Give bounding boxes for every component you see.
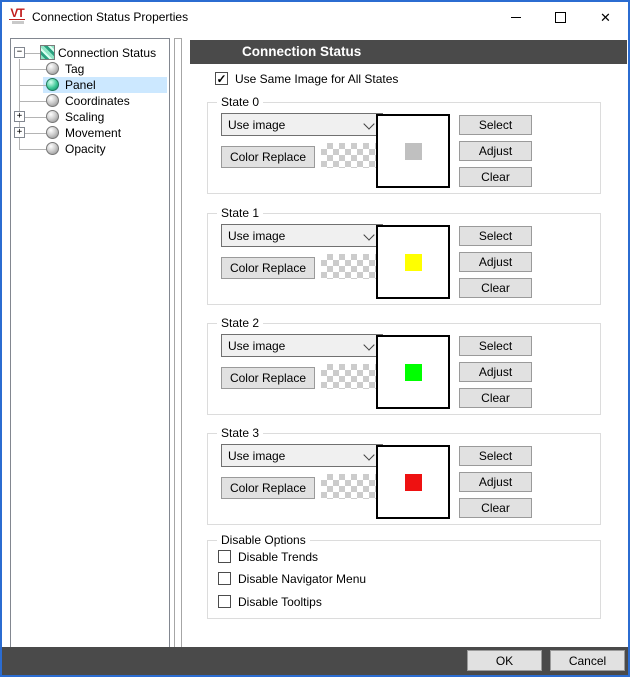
tree-item-panel-selected[interactable]: Panel xyxy=(11,77,169,93)
image-preview xyxy=(376,225,450,299)
image-preview xyxy=(376,445,450,519)
use-same-image-checkbox[interactable]: ✓ xyxy=(215,72,228,85)
clear-button[interactable]: Clear xyxy=(459,498,532,518)
tree-item-coordinates[interactable]: Coordinates xyxy=(11,93,169,109)
tree-item-opacity[interactable]: Opacity xyxy=(11,141,169,157)
state-color-square xyxy=(405,254,422,271)
select-button[interactable]: Select xyxy=(459,446,532,466)
title-bar: VT Connection Status Properties ✕ xyxy=(2,2,628,32)
minimize-icon xyxy=(511,17,521,18)
minimize-button[interactable] xyxy=(493,2,538,32)
clear-button[interactable]: Clear xyxy=(459,388,532,408)
tree-panel-splitter[interactable] xyxy=(174,38,182,648)
select-button[interactable]: Select xyxy=(459,115,532,135)
properties-panel: Connection Status ✓ Use Same Image for A… xyxy=(190,38,627,648)
tree-item-movement[interactable]: + Movement xyxy=(11,125,169,141)
disable-navigator-menu-label: Disable Navigator Menu xyxy=(238,572,366,586)
caption-buttons: ✕ xyxy=(493,2,628,32)
checkmark-icon: ✓ xyxy=(216,73,226,85)
image-preview xyxy=(376,335,450,409)
color-replace-button[interactable]: Color Replace xyxy=(221,367,315,389)
tree-item-label: Panel xyxy=(65,78,96,92)
disable-trends-label: Disable Trends xyxy=(238,550,318,564)
group-label: State 3 xyxy=(217,426,263,440)
color-replace-button[interactable]: Color Replace xyxy=(221,257,315,279)
footer-bar: OK Cancel xyxy=(2,647,628,675)
disable-trends-checkbox[interactable] xyxy=(218,550,231,563)
tree-item-connection-status[interactable]: − Connection Status xyxy=(11,45,169,61)
state-3-group: State 3 Use image Color Replace Select A… xyxy=(207,433,601,525)
disable-navigator-menu-checkbox[interactable] xyxy=(218,572,231,585)
image-mode-dropdown[interactable]: Use image xyxy=(221,113,383,136)
state-color-square xyxy=(405,143,422,160)
select-button[interactable]: Select xyxy=(459,226,532,246)
tree-item-label: Opacity xyxy=(65,142,106,156)
transparency-swatch xyxy=(321,474,383,499)
orb-icon-green xyxy=(46,78,59,91)
tree-item-label: Coordinates xyxy=(65,94,130,108)
state-0-group: State 0 Use image Color Replace Select A… xyxy=(207,102,601,194)
close-button[interactable]: ✕ xyxy=(583,2,628,32)
transparency-swatch xyxy=(321,254,383,279)
adjust-button[interactable]: Adjust xyxy=(459,472,532,492)
maximize-icon xyxy=(555,12,566,23)
tree-item-tag[interactable]: Tag xyxy=(11,61,169,77)
selection-highlight xyxy=(43,77,167,93)
maximize-button[interactable] xyxy=(538,2,583,32)
orb-icon xyxy=(46,142,59,155)
color-replace-button[interactable]: Color Replace xyxy=(221,146,315,168)
image-mode-dropdown[interactable]: Use image xyxy=(221,444,383,467)
disable-options-group: Disable Options Disable Trends Disable N… xyxy=(207,540,601,619)
chevron-down-icon xyxy=(363,449,374,460)
group-label: State 0 xyxy=(217,95,263,109)
dialog-window: VT Connection Status Properties ✕ − Conn… xyxy=(0,0,630,677)
group-label: Disable Options xyxy=(217,533,310,547)
group-label: State 2 xyxy=(217,316,263,330)
tree-item-label: Movement xyxy=(65,126,121,140)
adjust-button[interactable]: Adjust xyxy=(459,252,532,272)
tree-item-scaling[interactable]: + Scaling xyxy=(11,109,169,125)
app-logo-icon: VT xyxy=(9,7,27,25)
tree-item-label: Scaling xyxy=(65,110,104,124)
adjust-button[interactable]: Adjust xyxy=(459,141,532,161)
expand-box-icon[interactable]: + xyxy=(14,111,25,122)
disable-tooltips-checkbox[interactable] xyxy=(218,595,231,608)
chevron-down-icon xyxy=(363,339,374,350)
clear-button[interactable]: Clear xyxy=(459,278,532,298)
image-mode-dropdown[interactable]: Use image xyxy=(221,224,383,247)
state-color-square xyxy=(405,364,422,381)
adjust-button[interactable]: Adjust xyxy=(459,362,532,382)
chevron-down-icon xyxy=(363,229,374,240)
state-color-square xyxy=(405,474,422,491)
orb-icon xyxy=(46,94,59,107)
orb-icon xyxy=(46,110,59,123)
image-preview xyxy=(376,114,450,188)
color-replace-button[interactable]: Color Replace xyxy=(221,477,315,499)
ok-button[interactable]: OK xyxy=(467,650,542,671)
disable-tooltips-label: Disable Tooltips xyxy=(238,595,322,609)
image-mode-dropdown[interactable]: Use image xyxy=(221,334,383,357)
orb-icon xyxy=(46,126,59,139)
close-icon: ✕ xyxy=(600,11,611,24)
collapse-box-icon[interactable]: − xyxy=(14,47,25,58)
transparency-swatch xyxy=(321,143,383,168)
tree-item-label: Connection Status xyxy=(58,46,156,60)
state-1-group: State 1 Use image Color Replace Select A… xyxy=(207,213,601,305)
orb-icon xyxy=(46,62,59,75)
property-tree: − Connection Status Tag Panel Coordinate… xyxy=(10,38,170,648)
use-same-image-label: Use Same Image for All States xyxy=(235,72,398,86)
expand-box-icon[interactable]: + xyxy=(14,127,25,138)
clear-button[interactable]: Clear xyxy=(459,167,532,187)
connection-status-node-icon xyxy=(40,45,55,60)
transparency-swatch xyxy=(321,364,383,389)
group-label: State 1 xyxy=(217,206,263,220)
tree-item-label: Tag xyxy=(65,62,84,76)
state-2-group: State 2 Use image Color Replace Select A… xyxy=(207,323,601,415)
window-title: Connection Status Properties xyxy=(32,10,188,24)
select-button[interactable]: Select xyxy=(459,336,532,356)
cancel-button[interactable]: Cancel xyxy=(550,650,625,671)
chevron-down-icon xyxy=(363,118,374,129)
panel-header: Connection Status xyxy=(190,40,627,64)
